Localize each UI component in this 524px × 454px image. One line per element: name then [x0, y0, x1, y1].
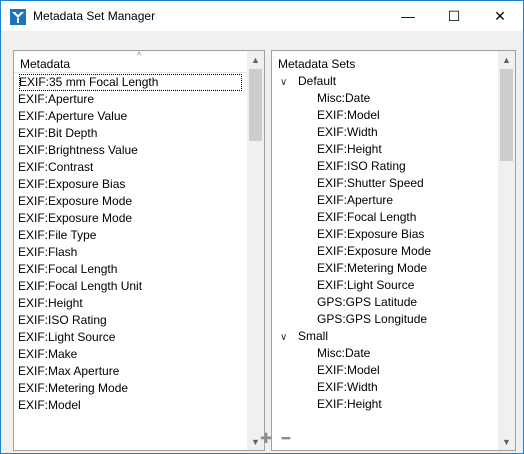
metadata-list-item[interactable]: EXIF:Exposure Bias	[18, 176, 125, 193]
metadata-list-item[interactable]: EXIF:Contrast	[18, 159, 93, 176]
metadata-list-item[interactable]: EXIF:Model	[18, 397, 81, 414]
metadata-set-manager-window: Metadata Set Manager — ☐ ✕ Metadata ^ EX…	[0, 0, 524, 454]
metadata-list-item[interactable]: EXIF:Brightness Value	[18, 142, 138, 159]
title-bar[interactable]: Metadata Set Manager — ☐ ✕	[1, 1, 523, 31]
plus-icon: ✚	[260, 429, 272, 446]
tree-item[interactable]: Misc:Date	[317, 90, 370, 107]
metadata-header-label: Metadata	[20, 57, 71, 71]
metadata-list-item[interactable]: EXIF:Light Source	[18, 329, 115, 346]
tree-item[interactable]: EXIF:Shutter Speed	[317, 175, 424, 192]
tree-item[interactable]: Misc:Date	[317, 345, 370, 362]
metadata-list-item[interactable]: EXIF:Flash	[18, 244, 77, 261]
tree-group-label: Small	[298, 329, 329, 343]
metadata-list-item[interactable]: EXIF:Focal Length Unit	[18, 278, 142, 295]
remove-set-button[interactable]: ━	[279, 429, 293, 446]
tree-item[interactable]: EXIF:Exposure Bias	[317, 226, 424, 243]
scroll-down-icon[interactable]: ▼	[498, 433, 515, 450]
tree-item[interactable]: EXIF:Height	[317, 141, 382, 158]
add-set-button[interactable]: ✚	[259, 429, 273, 446]
tree-item[interactable]: EXIF:Width	[317, 379, 378, 396]
tree-item[interactable]: EXIF:Aperture	[317, 192, 393, 209]
tree-item[interactable]: EXIF:Metering Mode	[317, 260, 427, 277]
metadata-list-item[interactable]: EXIF:Focal Length	[18, 261, 117, 278]
tree-item[interactable]: EXIF:Light Source	[317, 277, 414, 294]
window-title: Metadata Set Manager	[33, 9, 156, 23]
sort-ascending-icon: ^	[137, 50, 142, 60]
metadata-list-item[interactable]: EXIF:Exposure Mode	[18, 193, 132, 210]
chevron-down-icon[interactable]: ∨	[280, 329, 298, 346]
metadata-list-item[interactable]: EXIF:Aperture Value	[18, 108, 127, 125]
tree-group-small[interactable]: ∨ Small	[280, 328, 328, 345]
metadata-list-item[interactable]: EXIF:Bit Depth	[18, 125, 97, 142]
metadata-list-item[interactable]: EXIF:File Type	[18, 227, 96, 244]
tree-item[interactable]: EXIF:Width	[317, 124, 378, 141]
tree-item[interactable]: GPS:GPS Latitude	[317, 294, 417, 311]
maximize-icon: ☐	[447, 7, 461, 24]
metadata-list-item[interactable]: EXIF:Max Aperture	[18, 363, 119, 380]
tree-item[interactable]: EXIF:Exposure Mode	[317, 243, 431, 260]
metadata-list-item[interactable]: EXIF:Make	[18, 346, 77, 363]
scrollbar-thumb[interactable]	[500, 69, 513, 161]
metadata-list-item[interactable]: EXIF:Exposure Mode	[18, 210, 132, 227]
metadata-list-item[interactable]: EXIF:35 mm Focal Length	[19, 74, 242, 91]
set-actions: ✚ ━	[259, 429, 293, 446]
scroll-up-icon[interactable]: ▲	[498, 51, 515, 68]
client-area: Metadata ^ EXIF:35 mm Focal Length EXIF:A…	[1, 31, 523, 453]
maximize-button[interactable]: ☐	[431, 1, 477, 31]
metadata-list-item[interactable]: EXIF:Height	[18, 295, 83, 312]
close-icon: ✕	[494, 7, 506, 24]
close-button[interactable]: ✕	[477, 1, 523, 31]
tree-group-default[interactable]: ∨ Default	[280, 73, 336, 90]
metadata-list[interactable]: EXIF:35 mm Focal Length EXIF:Aperture EXIF…	[14, 74, 247, 450]
minus-icon: ━	[281, 429, 291, 446]
tree-item[interactable]: EXIF:Height	[317, 396, 382, 413]
tree-item[interactable]: EXIF:ISO Rating	[317, 158, 406, 175]
app-logo-icon	[10, 9, 26, 25]
metadata-list-item[interactable]: EXIF:Aperture	[18, 91, 94, 108]
metadata-sets-scrollbar[interactable]: ▲ ▼	[498, 51, 515, 450]
metadata-sets-tree[interactable]: ∨ Default Misc:Date EXIF:Model EXIF:Width EXI…	[272, 56, 498, 450]
chevron-down-icon[interactable]: ∨	[280, 74, 298, 91]
tree-item[interactable]: EXIF:Focal Length	[317, 209, 416, 226]
metadata-list-scrollbar[interactable]: ▲ ▼	[247, 51, 264, 450]
minimize-button[interactable]: —	[385, 1, 431, 31]
scrollbar-thumb[interactable]	[249, 69, 262, 141]
metadata-sets-panel[interactable]: Metadata Sets ∨ Default Misc:Date EXIF:Mode…	[271, 50, 516, 451]
metadata-list-item[interactable]: EXIF:ISO Rating	[18, 312, 107, 329]
minimize-icon: —	[401, 8, 415, 24]
metadata-list-panel[interactable]: Metadata ^ EXIF:35 mm Focal Length EXIF:A…	[13, 50, 265, 451]
scroll-up-icon[interactable]: ▲	[247, 51, 264, 68]
tree-item[interactable]: GPS:GPS Longitude	[317, 311, 427, 328]
tree-item[interactable]: EXIF:Model	[317, 107, 380, 124]
metadata-column-header[interactable]: Metadata ^	[14, 51, 247, 73]
metadata-list-item[interactable]: EXIF:Metering Mode	[18, 380, 128, 397]
tree-item[interactable]: EXIF:Model	[317, 362, 380, 379]
tree-group-label: Default	[298, 74, 337, 88]
